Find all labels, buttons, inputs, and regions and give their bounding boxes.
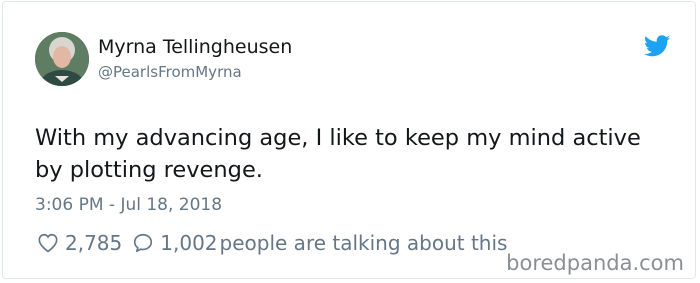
tweet-timestamp[interactable]: 3:06 PM - Jul 18, 2018	[35, 195, 222, 215]
watermark: boredpanda.com	[506, 251, 684, 275]
talking-about-text[interactable]: people are talking about this	[220, 231, 508, 255]
twitter-bird-icon[interactable]	[644, 35, 670, 57]
avatar[interactable]	[35, 32, 89, 86]
tweet-text: With my advancing age, I like to keep my…	[35, 125, 641, 183]
like-count: 2,785	[65, 231, 123, 255]
tweet-actions: 2,785 1,002 people are talking about thi…	[37, 230, 507, 256]
reply-bubble-icon[interactable]	[132, 232, 154, 254]
display-name[interactable]: Myrna Tellingheusen	[98, 36, 292, 58]
reply-count: 1,002	[160, 231, 218, 255]
tweet-card: Myrna Tellingheusen @PearlsFromMyrna Wit…	[2, 1, 696, 279]
user-handle[interactable]: @PearlsFromMyrna	[98, 63, 242, 81]
avatar-image	[35, 32, 89, 86]
heart-icon[interactable]	[37, 232, 59, 254]
